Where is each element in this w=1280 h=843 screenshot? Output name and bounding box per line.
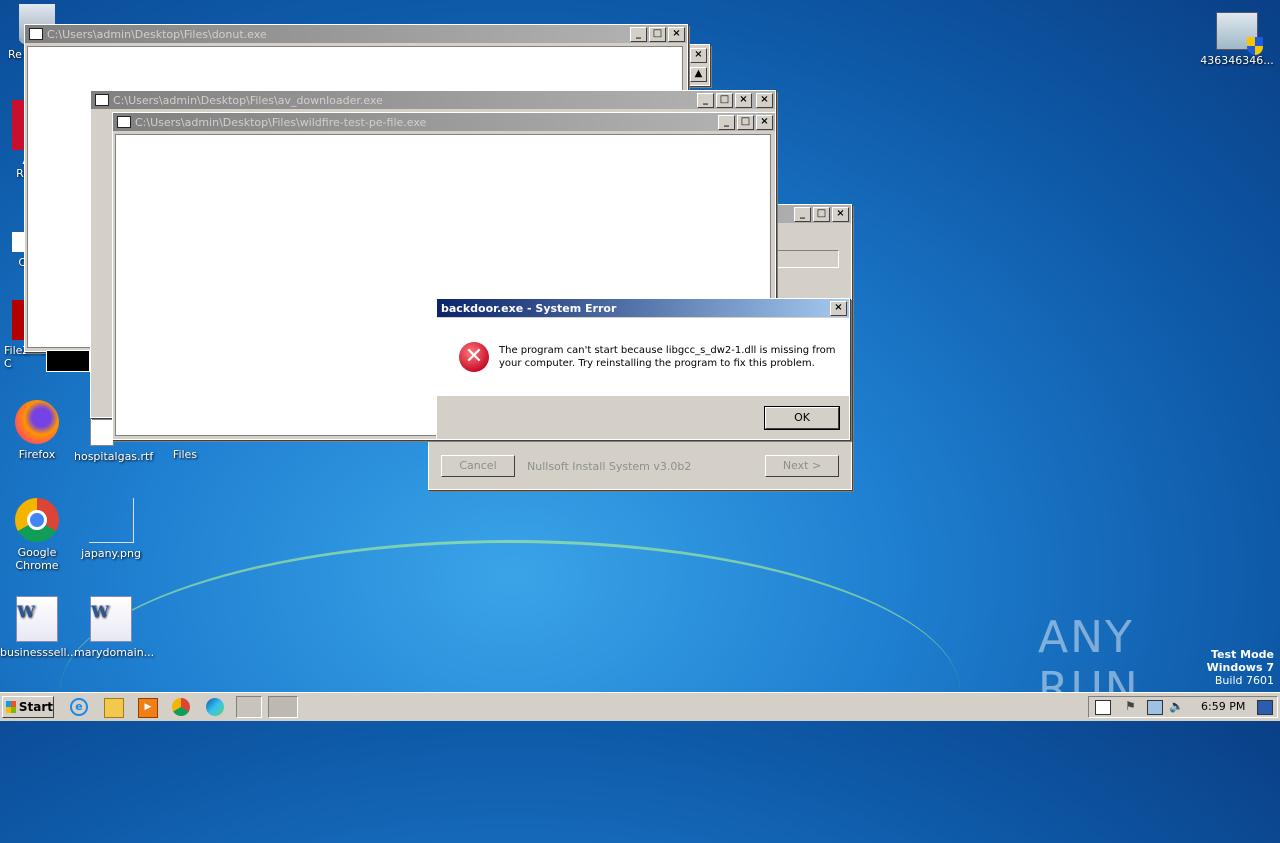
close-button[interactable]: ×	[735, 92, 752, 108]
show-desktop-icon[interactable]	[1095, 700, 1111, 715]
explorer-icon[interactable]	[104, 698, 124, 718]
media-player-icon[interactable]: ▶	[138, 698, 158, 718]
taskbar: Start e ▶ ⚑ 🔈 6:59 PM	[0, 692, 1280, 721]
close-button[interactable]: ×	[690, 48, 707, 63]
nsis-brand-text: Nullsoft Install System v3.0b2	[527, 460, 692, 473]
system-tray: ⚑ 🔈 6:59 PM	[1088, 696, 1278, 718]
dialog-message-area: ✕ The program can't start because libgcc…	[437, 318, 849, 396]
black-console-strip	[46, 350, 90, 372]
title-bar[interactable]: C:\Users\admin\Desktop\Files\wildfire-te…	[113, 113, 775, 131]
error-message: The program can't start because libgcc_s…	[499, 345, 836, 369]
console-icon	[117, 116, 131, 128]
flag-icon[interactable]: ⚑	[1125, 700, 1139, 713]
title-bar[interactable]: C:\Users\admin\Desktop\Files\donut.exe _…	[25, 25, 687, 43]
minimize-button[interactable]: _	[630, 26, 647, 42]
close-button[interactable]: ×	[756, 92, 773, 108]
cmd-icon[interactable]	[236, 696, 262, 718]
test-mode-text: Test Mode Windows 7 Build 7601	[1206, 648, 1274, 687]
volume-icon[interactable]: 🔈	[1169, 700, 1184, 713]
close-button[interactable]: ×	[832, 206, 849, 222]
close-button[interactable]: ×	[668, 26, 685, 42]
maximize-button[interactable]: □	[813, 206, 830, 222]
close-button[interactable]: ×	[756, 114, 773, 130]
dialog-title-bar[interactable]: backdoor.exe - System Error ×	[437, 299, 849, 317]
maximize-button[interactable]: □	[649, 26, 666, 42]
maximize-button[interactable]: □	[737, 114, 754, 130]
chrome-icon[interactable]	[172, 698, 190, 716]
google-chrome-icon[interactable]: Google Chrome	[0, 498, 74, 572]
error-icon: ✕	[459, 342, 489, 372]
ok-button[interactable]: OK	[764, 406, 840, 430]
minimize-button[interactable]: _	[794, 206, 811, 222]
word-doc-icon[interactable]: W marydomain...	[74, 596, 154, 659]
cancel-button[interactable]: Cancel	[441, 455, 515, 477]
firefox-icon[interactable]: Firefox	[0, 400, 74, 461]
clock[interactable]: 6:59 PM	[1201, 700, 1245, 713]
window-icon[interactable]	[268, 696, 298, 718]
windows-logo-icon	[6, 701, 16, 713]
japany-png-icon[interactable]: japany.png	[74, 498, 148, 560]
minimize-button[interactable]: _	[718, 114, 735, 130]
edge-icon[interactable]	[206, 698, 224, 716]
shield-exe-icon[interactable]: 436346346...	[1200, 12, 1274, 67]
start-button[interactable]: Start	[2, 696, 54, 718]
close-button[interactable]: ×	[830, 300, 847, 316]
console-icon	[29, 28, 43, 40]
scroll-up-button[interactable]: ▲	[690, 67, 707, 82]
progress-bar	[769, 250, 839, 268]
maximize-button[interactable]: □	[716, 92, 733, 108]
next-button[interactable]: Next >	[765, 455, 839, 477]
system-error-dialog[interactable]: backdoor.exe - System Error × ✕ The prog…	[436, 298, 850, 440]
console-icon	[95, 94, 109, 106]
word-doc-icon[interactable]: W businesssell...	[0, 596, 77, 659]
title-bar[interactable]: C:\Users\admin\Desktop\Files\av_download…	[91, 91, 775, 109]
network-icon[interactable]	[1147, 700, 1163, 715]
ie-icon[interactable]: e	[70, 698, 88, 716]
minimize-button[interactable]: _	[697, 92, 714, 108]
ccleaner-icon[interactable]: C	[0, 232, 26, 269]
monitor-icon[interactable]	[1257, 700, 1273, 715]
